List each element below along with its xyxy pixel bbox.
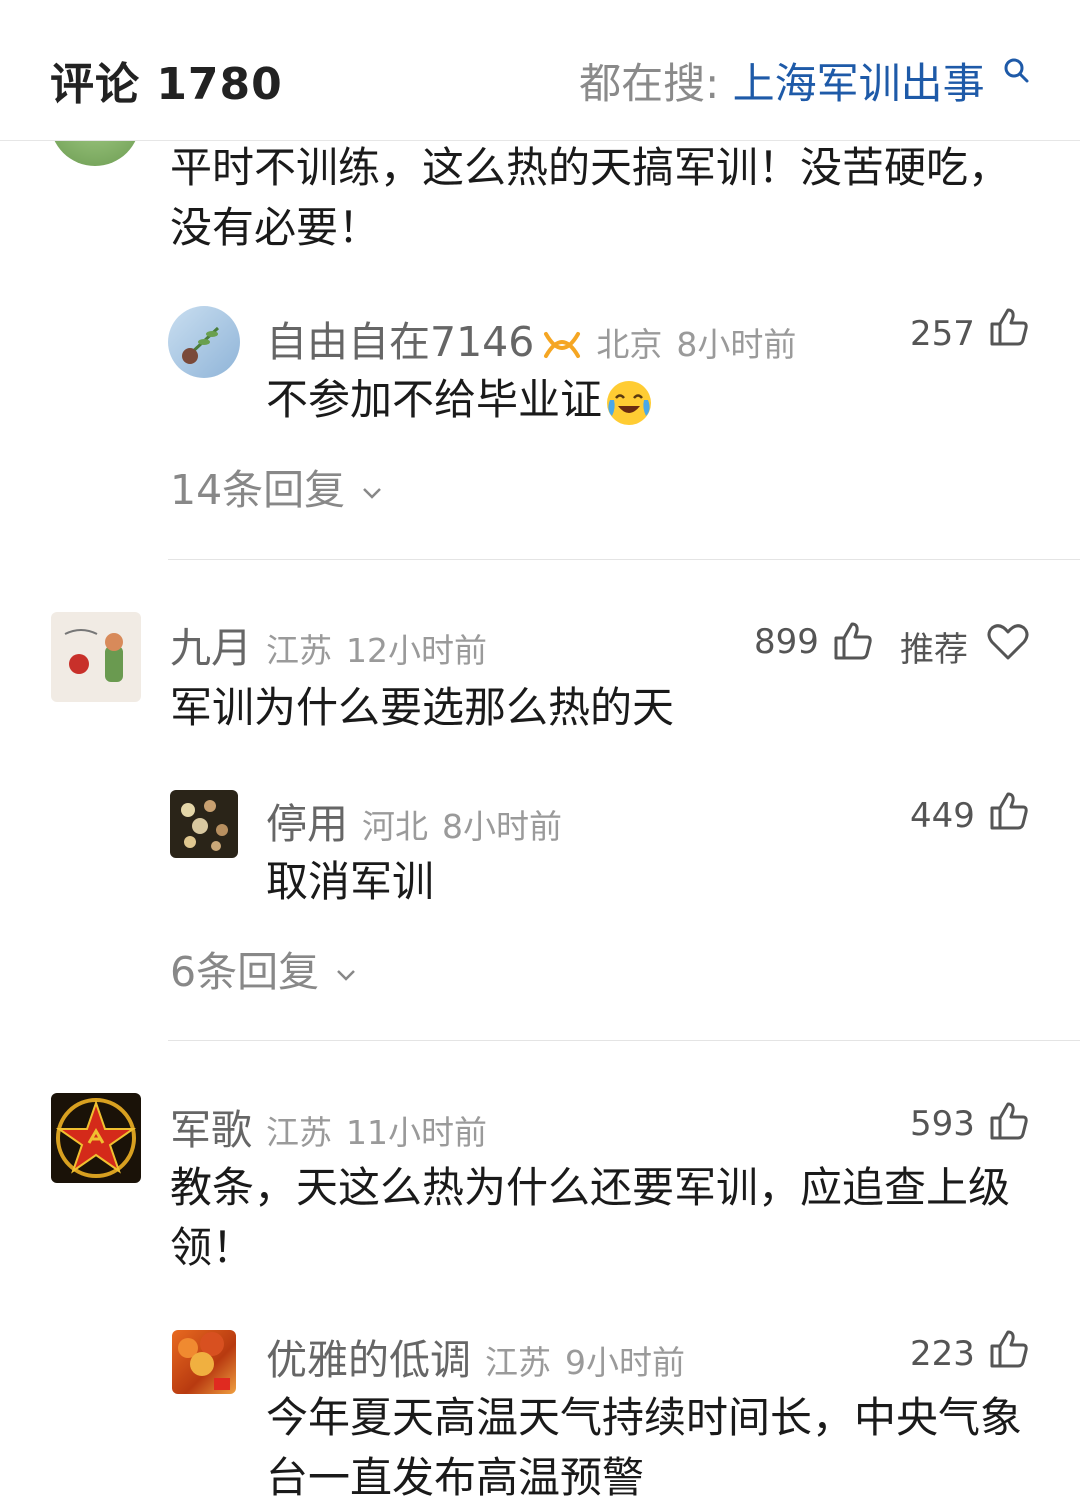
comment-text: 军训为什么要选那么热的天 (170, 683, 675, 732)
avatar[interactable] (168, 306, 240, 378)
more-replies-toggle[interactable]: 6条回复 (170, 938, 360, 998)
like-count: 223 (910, 1334, 975, 1374)
avatar[interactable] (51, 612, 141, 702)
hot-search-link[interactable]: 都在搜: 上海军训出事 (579, 50, 1030, 111)
username-text[interactable]: 优雅的低调 (266, 1336, 471, 1384)
like-count: 257 (910, 314, 975, 354)
comment-text: 教条，天这么热为什么还要军训，应追查上级领！ (170, 1163, 1011, 1272)
reply-location: 河北 (362, 807, 428, 846)
reply-time: 8小时前 (676, 325, 797, 364)
comments-title: 评论 1780 (50, 59, 283, 110)
avatar-image-icon (64, 629, 123, 682)
comment-time: 11小时前 (346, 1113, 487, 1152)
username-text[interactable]: 九月 (170, 624, 252, 672)
heart-icon[interactable] (986, 622, 1030, 662)
hot-search-term[interactable]: 上海军训出事 (733, 59, 985, 108)
autumn-tree-icon (178, 1332, 230, 1390)
comment-text: 平时不训练，这么热的天搞军训！没苦硬吃，没有必要！ (170, 143, 1011, 252)
reply-text: 今年夏天高温天气持续时间长，中央气象台一直发布高温预警 (266, 1393, 1023, 1502)
username-text[interactable]: 自由自在7146 (266, 318, 534, 366)
reply-text: 取消军训 (266, 857, 435, 906)
reply-time: 8小时前 (442, 807, 562, 846)
hot-search-label: 都在搜: (579, 59, 720, 108)
like-count: 899 (754, 622, 819, 662)
like-count: 449 (910, 796, 975, 836)
reply-text-content: 不参加不给毕业证 (266, 375, 603, 424)
reply-username[interactable]: 自由自在7146 北京 8小时前 (266, 308, 796, 368)
avatar[interactable] (172, 1330, 236, 1394)
more-replies-toggle[interactable]: 14条回复 (170, 456, 386, 516)
thumb-up-icon[interactable] (832, 620, 874, 662)
divider (168, 559, 1080, 560)
search-icon[interactable] (1002, 56, 1030, 84)
comment-time: 12小时前 (346, 631, 487, 670)
reply-username[interactable]: 停用 河北 8小时前 (266, 790, 562, 850)
avatar[interactable] (170, 790, 238, 858)
reply-username[interactable]: 优雅的低调 江苏 9小时前 (266, 1326, 685, 1386)
army-star-emblem-icon (55, 1098, 137, 1178)
comments-header: 评论 1780 都在搜: 上海军训出事 (0, 0, 1080, 141)
avatar[interactable] (51, 1093, 141, 1183)
avatar-image-icon (182, 326, 220, 364)
more-replies-label[interactable]: 6条回复 (170, 948, 319, 996)
thumb-up-icon[interactable] (988, 1100, 1030, 1142)
recommend-button[interactable]: 推荐 (900, 622, 968, 671)
crying-laughing-emoji-icon (607, 380, 652, 425)
username-text[interactable]: 军歌 (170, 1106, 252, 1154)
vip-badge-icon (544, 332, 581, 358)
comment-location: 江苏 (266, 631, 332, 670)
username-text[interactable]: 停用 (266, 800, 348, 848)
thumb-up-icon[interactable] (988, 306, 1030, 348)
comment-username[interactable]: 军歌 江苏 11小时前 (170, 1096, 487, 1156)
thumb-up-icon[interactable] (988, 1328, 1030, 1370)
comment-username[interactable]: 九月 江苏 12小时前 (170, 614, 487, 674)
like-count: 593 (910, 1104, 975, 1144)
reply-location: 江苏 (485, 1343, 551, 1382)
divider (168, 1040, 1080, 1041)
more-replies-label[interactable]: 14条回复 (170, 466, 345, 514)
reply-location: 北京 (596, 325, 663, 364)
reply-time: 9小时前 (565, 1343, 685, 1382)
thumb-up-icon[interactable] (988, 790, 1030, 832)
avatar-image-icon (181, 800, 228, 851)
comment-location: 江苏 (266, 1113, 332, 1152)
reply-text: 不参加不给毕业证 (266, 370, 654, 430)
chevron-down-icon[interactable] (332, 961, 360, 989)
chevron-down-icon[interactable] (358, 479, 386, 507)
